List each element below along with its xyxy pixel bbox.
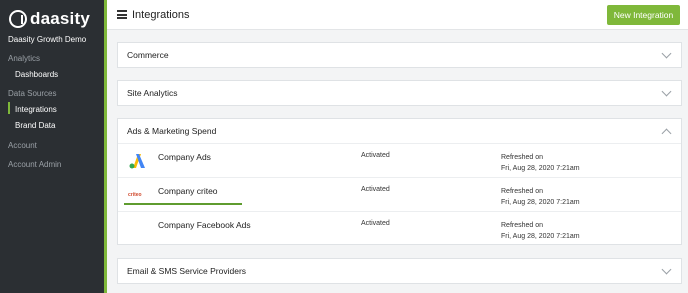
refresh-info: Refreshed on Fri, Aug 28, 2020 7:21am [501, 186, 580, 208]
page-title: Integrations [132, 9, 190, 21]
refresh-label: Refreshed on [501, 222, 544, 229]
chevron-down-icon[interactable] [661, 48, 672, 59]
status-label: Activated [361, 152, 390, 159]
google-ads-icon [129, 154, 145, 169]
refresh-info: Refreshed on Fri, Aug 28, 2020 7:21am [501, 152, 580, 174]
refresh-label: Refreshed on [501, 154, 544, 161]
integration-row[interactable]: Company Ads Activated Refreshed on Fri, … [118, 143, 681, 177]
top-bar: Integrations New Integration [107, 0, 688, 30]
nav-group-account-admin[interactable]: Account Admin [8, 160, 61, 169]
refresh-date: Fri, Aug 28, 2020 7:21am [501, 199, 580, 206]
logo[interactable]: daasity [9, 9, 90, 29]
integration-row[interactable]: Company Facebook Ads Activated Refreshed… [118, 211, 681, 245]
sidebar-item-integrations[interactable]: Integrations [15, 105, 57, 114]
chevron-down-icon[interactable] [661, 264, 672, 275]
panel-header[interactable]: Commerce [118, 43, 681, 67]
brand-name: daasity [30, 9, 90, 28]
hover-underline [124, 203, 242, 205]
integration-name[interactable]: Company Facebook Ads [158, 220, 251, 230]
panel-header[interactable]: Email & SMS Service Providers [118, 259, 681, 283]
panel-header[interactable]: Ads & Marketing Spend [118, 119, 681, 143]
refresh-info: Refreshed on Fri, Aug 28, 2020 7:21am [501, 220, 580, 242]
sidebar: daasity Daasity Growth Demo Analytics Da… [0, 0, 104, 293]
panel-title: Site Analytics [127, 88, 178, 98]
panel-site-analytics[interactable]: Site Analytics [117, 80, 682, 106]
org-name[interactable]: Daasity Growth Demo [8, 35, 86, 44]
panel-email-sms[interactable]: Email & SMS Service Providers [117, 258, 682, 284]
new-integration-button[interactable]: New Integration [607, 5, 680, 25]
refresh-date: Fri, Aug 28, 2020 7:21am [501, 165, 580, 172]
hamburger-menu-icon[interactable] [117, 10, 127, 19]
nav-group-account[interactable]: Account [8, 141, 37, 150]
chevron-up-icon[interactable] [661, 128, 672, 139]
sidebar-item-brand-data[interactable]: Brand Data [15, 121, 55, 130]
integration-row[interactable]: criteo Company criteo Activated Refreshe… [118, 177, 681, 211]
sidebar-accent-border [104, 0, 107, 293]
criteo-logo-icon: criteo [128, 192, 142, 198]
refresh-date: Fri, Aug 28, 2020 7:21am [501, 233, 580, 240]
refresh-label: Refreshed on [501, 188, 544, 195]
sidebar-item-dashboards[interactable]: Dashboards [15, 70, 58, 79]
panel-title: Ads & Marketing Spend [127, 126, 217, 136]
panel-ads-marketing-spend: Ads & Marketing Spend Company Ads Activa… [117, 118, 682, 245]
panel-title: Email & SMS Service Providers [127, 266, 247, 276]
daasity-logo-icon [9, 10, 27, 28]
status-label: Activated [361, 186, 390, 193]
chevron-down-icon[interactable] [661, 86, 672, 97]
panel-commerce[interactable]: Commerce [117, 42, 682, 68]
integration-name[interactable]: Company Ads [158, 152, 211, 162]
status-label: Activated [361, 220, 390, 227]
nav-group-analytics[interactable]: Analytics [8, 54, 40, 63]
active-indicator [8, 102, 10, 114]
panel-title: Commerce [127, 50, 169, 60]
integration-name[interactable]: Company criteo [158, 186, 218, 196]
panel-header[interactable]: Site Analytics [118, 81, 681, 105]
nav-group-data-sources[interactable]: Data Sources [8, 89, 56, 98]
